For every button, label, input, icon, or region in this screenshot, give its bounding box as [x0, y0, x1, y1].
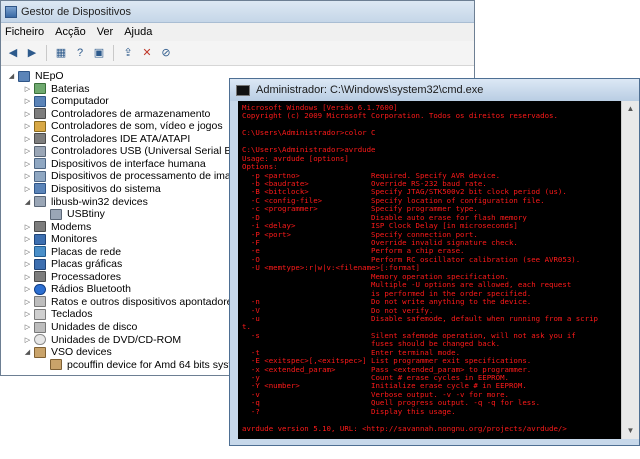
forward-arrow-icon[interactable]: ▶ — [24, 45, 40, 61]
uninstall-icon[interactable]: ✕ — [139, 45, 155, 61]
console-line: -u Disable safemode, default when runnin… — [242, 313, 598, 323]
expanded-triangle-icon[interactable]: ◢ — [23, 198, 32, 206]
collapsed-triangle-icon[interactable]: ▷ — [23, 160, 32, 168]
menu-ficheiro[interactable]: Ficheiro — [5, 26, 44, 38]
cmd-window-title: Administrador: C:\Windows\system32\cmd.e… — [256, 84, 484, 96]
collapsed-triangle-icon[interactable]: ▷ — [23, 260, 32, 268]
device-manager-app-icon — [5, 5, 17, 18]
scroll-down-arrow-icon[interactable]: ▼ — [622, 423, 639, 439]
help-icon[interactable]: ? — [72, 45, 88, 61]
toolbar: ◀ ▶ ▦ ? ▣ ⇪ ✕ ⊘ — [1, 41, 474, 66]
cmd-window: Administrador: C:\Windows\system32\cmd.e… — [229, 78, 640, 446]
console-line: C:\Users\Administrador>color C — [242, 128, 376, 138]
scan-hardware-icon[interactable]: ▣ — [91, 45, 107, 61]
collapsed-triangle-icon[interactable]: ▷ — [23, 135, 32, 143]
collapsed-triangle-icon[interactable]: ▷ — [23, 185, 32, 193]
device-manager-titlebar[interactable]: Gestor de Dispositivos — [1, 1, 474, 23]
update-driver-icon[interactable]: ⇪ — [120, 45, 136, 61]
scroll-up-arrow-icon[interactable]: ▲ — [622, 101, 639, 117]
tree-node-label: pcouffin device for Amd 64 bits systems — [67, 358, 252, 371]
console-text: Microsoft Windows [Versão 6.1.7600] Copyr… — [242, 103, 622, 439]
toolbar-separator — [113, 45, 114, 61]
collapsed-triangle-icon[interactable]: ▷ — [23, 323, 32, 331]
menu-bar: Ficheiro Acção Ver Ajuda — [1, 23, 474, 41]
expanded-triangle-icon[interactable]: ◢ — [23, 348, 32, 356]
vso-device-icon — [50, 359, 62, 371]
collapsed-triangle-icon[interactable]: ▷ — [23, 235, 32, 243]
console-line: avrdude version 5.10, URL: <http://savan… — [242, 423, 567, 433]
collapsed-triangle-icon[interactable]: ▷ — [23, 97, 32, 105]
tree-node[interactable]: pcouffin device for Amd 64 bits systems — [39, 357, 251, 373]
collapsed-triangle-icon[interactable]: ▷ — [23, 310, 32, 318]
properties-icon[interactable]: ▦ — [53, 45, 69, 61]
collapsed-triangle-icon[interactable]: ▷ — [23, 336, 32, 344]
cmd-app-icon — [236, 84, 250, 96]
collapsed-triangle-icon[interactable]: ▷ — [23, 298, 32, 306]
collapsed-triangle-icon[interactable]: ▷ — [23, 223, 32, 231]
cmd-titlebar[interactable]: Administrador: C:\Windows\system32\cmd.e… — [230, 79, 639, 101]
menu-accao[interactable]: Acção — [55, 26, 86, 38]
collapsed-triangle-icon[interactable]: ▷ — [23, 248, 32, 256]
collapsed-triangle-icon[interactable]: ▷ — [23, 122, 32, 130]
console-output[interactable]: Microsoft Windows [Versão 6.1.7600] Copyr… — [238, 101, 624, 439]
console-line: Copyright (c) 2009 Microsoft Corporation… — [242, 111, 558, 121]
window-title: Gestor de Dispositivos — [21, 5, 132, 18]
collapsed-triangle-icon[interactable]: ▷ — [23, 147, 32, 155]
expanded-triangle-icon[interactable]: ◢ — [7, 72, 16, 80]
collapsed-triangle-icon[interactable]: ▷ — [23, 285, 32, 293]
menu-ver[interactable]: Ver — [97, 26, 114, 38]
disable-icon[interactable]: ⊘ — [158, 45, 174, 61]
cmd-vertical-scrollbar[interactable]: ▲ ▼ — [621, 101, 639, 439]
back-arrow-icon[interactable]: ◀ — [5, 45, 21, 61]
collapsed-triangle-icon[interactable]: ▷ — [23, 172, 32, 180]
collapsed-triangle-icon[interactable]: ▷ — [23, 110, 32, 118]
menu-ajuda[interactable]: Ajuda — [124, 26, 152, 38]
console-line: -? Display this usage. — [242, 406, 456, 416]
toolbar-separator — [46, 45, 47, 61]
console-line: Usage: avrdude [options] — [242, 153, 349, 163]
collapsed-triangle-icon[interactable]: ▷ — [23, 273, 32, 281]
collapsed-triangle-icon[interactable]: ▷ — [23, 85, 32, 93]
